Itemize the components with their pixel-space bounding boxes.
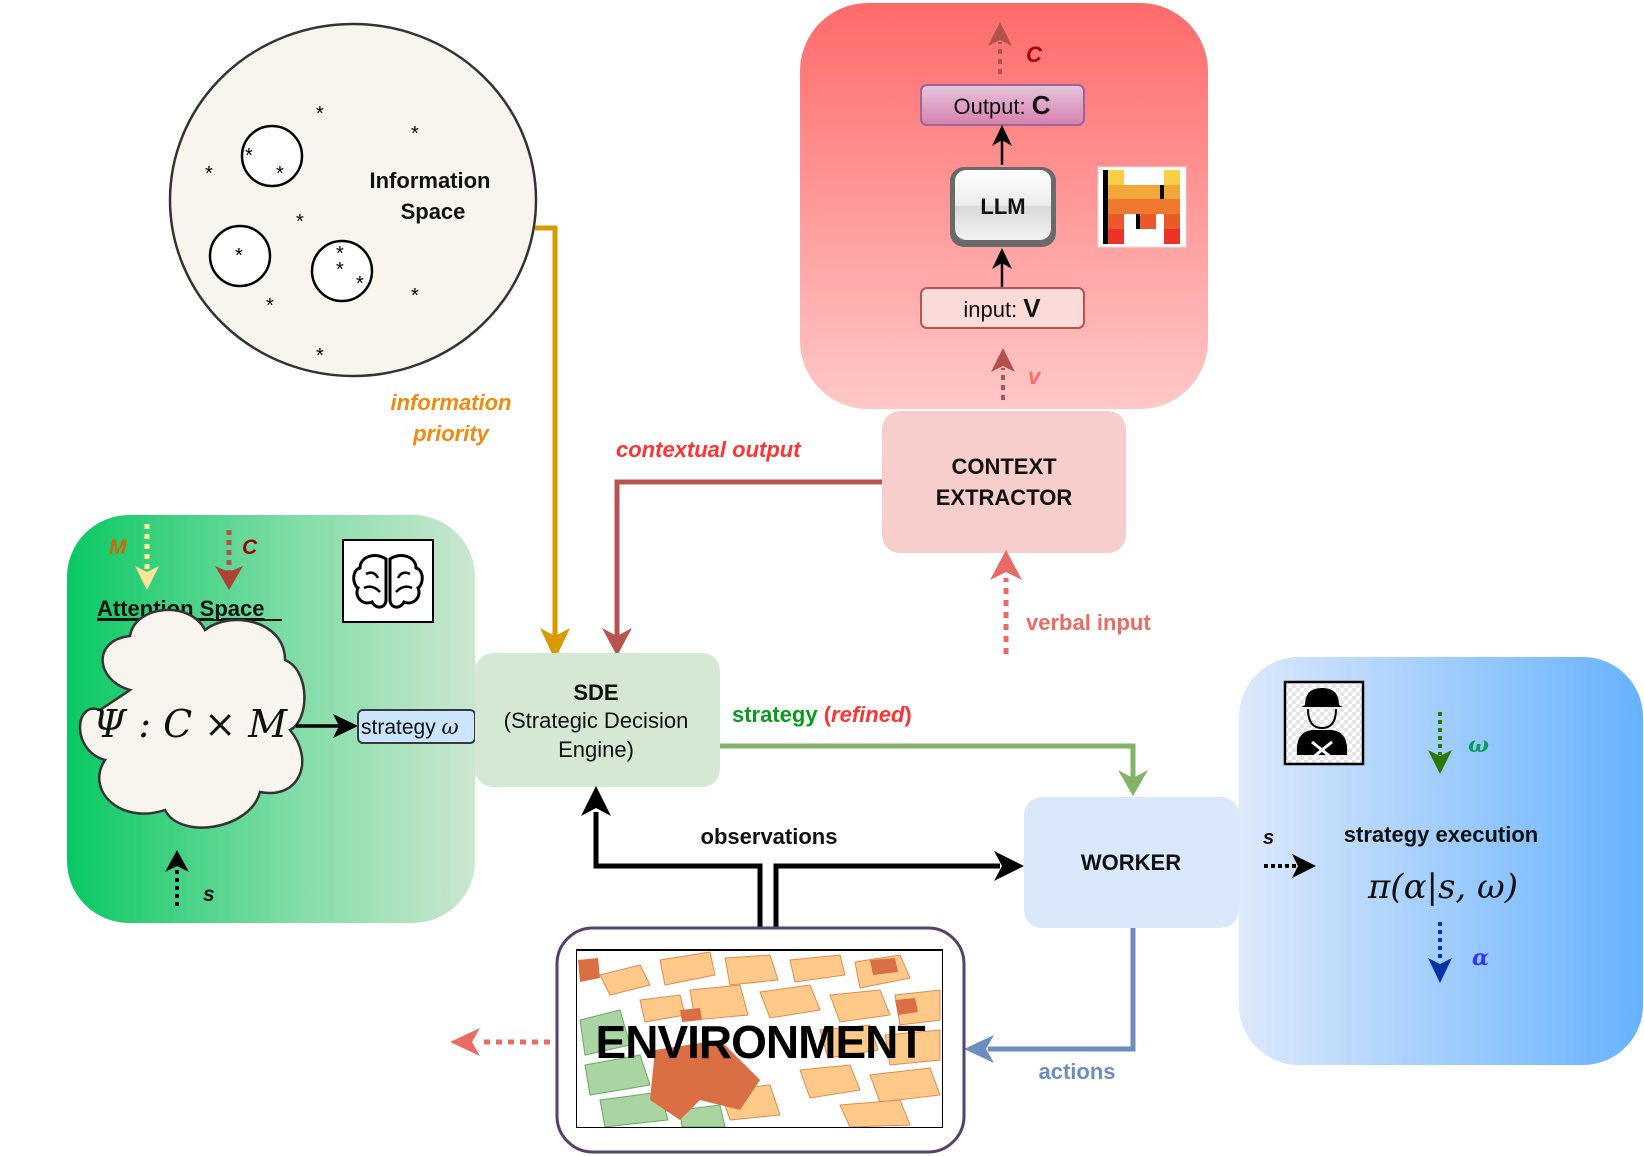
actions-arrow — [964, 928, 1136, 1063]
environment-node: ENVIRONMENT — [555, 926, 966, 1154]
sde-title: SDE — [573, 680, 618, 705]
info-point: * — [411, 285, 419, 307]
information-priority-label: information — [391, 390, 512, 415]
environment-output-arrow — [450, 1028, 550, 1056]
context-extractor-label-line2: EXTRACTOR — [936, 485, 1073, 510]
info-point: * — [336, 259, 344, 281]
verbal-input-arrow — [990, 550, 1022, 654]
strategy-arrow — [720, 743, 1148, 796]
information-priority-label-line2: priority — [412, 421, 491, 446]
info-point: * — [316, 345, 324, 367]
construction-worker-icon — [1283, 680, 1365, 766]
attention-space-panel: M C Attention Space Ψ : C × M s strategy… — [67, 515, 476, 923]
llm-box: LLM — [950, 167, 1056, 247]
sde-subtitle-line2: Engine) — [558, 737, 634, 762]
worker-label: WORKER — [1081, 850, 1181, 875]
information-space-ellipse — [168, 22, 538, 378]
strategy-refined-label: strategy (refined) — [732, 702, 912, 727]
policy-formula: π(α|s, ω) — [1367, 867, 1518, 907]
omega-label: ω — [1468, 732, 1489, 758]
observations-label: observations — [701, 824, 838, 849]
strategy-omega-label: strategy ω — [361, 715, 459, 739]
architecture-diagram: * * * * * * * * * * * * * Information Sp… — [67, 3, 1643, 1154]
info-point: * — [276, 163, 284, 185]
contextual-output-arrow — [602, 479, 882, 656]
worker-s-label: s — [1263, 827, 1274, 849]
information-space: * * * * * * * * * * * * * Information Sp… — [168, 22, 538, 378]
observations-arrows — [581, 786, 1024, 928]
alpha-label: α — [1472, 945, 1489, 971]
info-point: * — [296, 211, 304, 233]
sde-node: SDE (Strategic Decision Engine) — [475, 653, 720, 787]
info-point: * — [356, 273, 364, 295]
info-point: * — [205, 163, 213, 185]
strategy-execution-title: strategy execution — [1344, 822, 1538, 847]
info-point: * — [316, 103, 324, 125]
llm-label: LLM — [980, 194, 1025, 219]
info-point: * — [266, 295, 274, 317]
info-point: * — [235, 245, 243, 267]
worker-node: WORKER — [1024, 797, 1239, 928]
m-input-label: M — [109, 536, 127, 559]
environment-label: ENVIRONMENT — [596, 1016, 926, 1068]
c-output-label: C — [1026, 42, 1043, 67]
info-point: * — [411, 123, 419, 145]
attention-formula: Ψ : C × M — [93, 702, 288, 746]
output-box-label: Output: C — [953, 90, 1050, 120]
actions-label: actions — [1038, 1059, 1115, 1084]
information-priority-arrow — [535, 225, 570, 660]
v-input-label: v — [1028, 364, 1042, 389]
information-space-title: Information — [370, 168, 491, 193]
c-input-label: C — [242, 536, 258, 559]
context-extractor-box — [882, 411, 1126, 553]
llm-panel: C Output: C LLM input: V v — [800, 3, 1208, 409]
sde-subtitle-line1: (Strategic Decision — [504, 708, 689, 733]
contextual-output-label: contextual output — [616, 437, 802, 462]
context-extractor: CONTEXT EXTRACTOR — [882, 411, 1126, 553]
s-input-label: s — [203, 883, 215, 906]
info-point: * — [245, 145, 253, 167]
brain-icon — [342, 539, 434, 623]
mistral-logo-icon — [1097, 166, 1187, 248]
information-space-title-line2: Space — [401, 199, 466, 224]
input-box-label: input: V — [963, 293, 1041, 323]
verbal-input-label: verbal input — [1026, 610, 1151, 635]
context-extractor-label: CONTEXT — [951, 454, 1057, 479]
